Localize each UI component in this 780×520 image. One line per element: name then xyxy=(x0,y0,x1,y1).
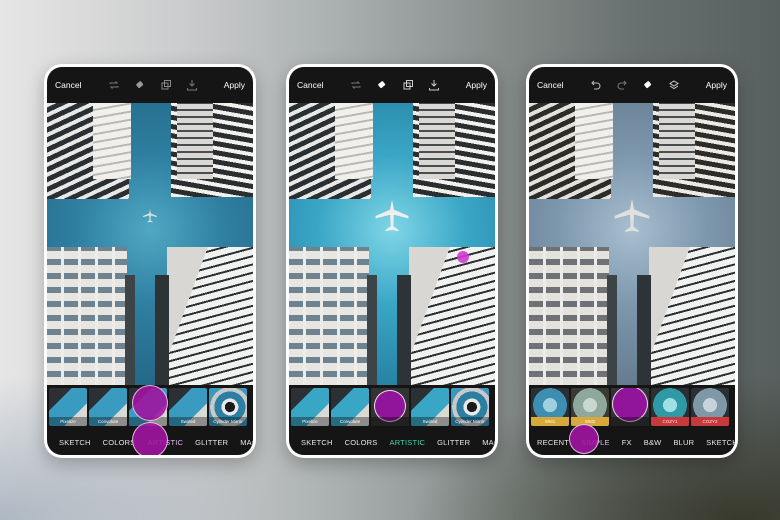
apply-button[interactable]: Apply xyxy=(466,80,487,90)
tab-blur[interactable]: BLUR xyxy=(667,438,700,447)
tab-magic[interactable]: MAGIC xyxy=(476,438,495,447)
touch-point-indicator xyxy=(457,251,469,263)
cancel-button[interactable]: Cancel xyxy=(297,80,323,90)
download-icon[interactable] xyxy=(186,79,198,91)
tab-glitter[interactable]: GLITTER xyxy=(431,438,476,447)
effect-thumb[interactable]: Convolute xyxy=(89,388,127,426)
download-icon[interactable] xyxy=(428,79,440,91)
category-tabs: RECENT SIMPLE FX B&W BLUR SKETCH CO xyxy=(529,429,735,455)
layers-icon[interactable] xyxy=(668,79,680,91)
effect-thumb-selected[interactable] xyxy=(371,388,409,426)
tab-artistic[interactable]: ARTISTIC xyxy=(142,438,190,447)
eraser-icon[interactable] xyxy=(134,79,146,91)
tab-colors[interactable]: COLORS xyxy=(339,438,384,447)
tab-colors[interactable]: COLORS xyxy=(97,438,142,447)
filter-thumbnails: WM1 WM2 COZY1 COZY2 xyxy=(529,386,735,428)
airplane-image xyxy=(612,196,652,236)
apply-button[interactable]: Apply xyxy=(706,80,727,90)
effect-thumb[interactable]: Pixelize xyxy=(49,388,87,426)
photo-canvas[interactable] xyxy=(529,103,735,385)
repeat-icon[interactable] xyxy=(350,79,362,91)
layers-copy-icon[interactable] xyxy=(160,79,172,91)
top-toolbar: Cancel Apply xyxy=(47,67,253,103)
eraser-icon[interactable] xyxy=(376,79,388,91)
phone-screen-1: Cancel Apply Pixelize Convolute Swirled … xyxy=(44,64,256,458)
phone-screen-2: Cancel Apply Pixelize Convolute Swirled … xyxy=(286,64,498,458)
filter-thumb[interactable]: COZY1 xyxy=(651,388,689,426)
tab-sketch[interactable]: SKETCH xyxy=(53,438,97,447)
tab-artistic[interactable]: ARTISTIC xyxy=(384,438,432,447)
filter-thumb[interactable]: COZY2 xyxy=(691,388,729,426)
airplane-image xyxy=(373,197,411,235)
apply-button[interactable]: Apply xyxy=(224,80,245,90)
top-toolbar: Cancel Apply xyxy=(529,67,735,103)
layers-copy-icon[interactable] xyxy=(402,79,414,91)
effect-thumb[interactable]: Cylinder Mirror xyxy=(209,388,247,426)
eraser-icon[interactable] xyxy=(642,79,654,91)
airplane-image xyxy=(142,208,158,224)
tab-glitter[interactable]: GLITTER xyxy=(189,438,234,447)
effect-thumb[interactable]: Cylinder Mirror xyxy=(451,388,489,426)
category-tabs: SKETCH COLORS ARTISTIC GLITTER MAGIC xyxy=(289,429,495,455)
tab-recent[interactable]: RECENT xyxy=(531,438,575,447)
tab-fx[interactable]: FX xyxy=(616,438,638,447)
undo-icon[interactable] xyxy=(590,79,602,91)
tab-sketch[interactable]: SKETCH xyxy=(295,438,339,447)
effect-thumbnails: Pixelize Convolute Swirled Cylinder Mirr… xyxy=(289,386,495,428)
effect-thumb[interactable]: Convolute xyxy=(331,388,369,426)
effect-thumbnails: Pixelize Convolute Swirled Cylinder Mirr… xyxy=(47,386,253,428)
cancel-button[interactable]: Cancel xyxy=(55,80,81,90)
photo-canvas[interactable] xyxy=(47,103,253,385)
tab-sketch[interactable]: SKETCH xyxy=(700,438,735,447)
filter-thumb[interactable]: WM1 xyxy=(531,388,569,426)
filter-thumb[interactable]: WM2 xyxy=(571,388,609,426)
redo-icon[interactable] xyxy=(616,79,628,91)
tab-simple[interactable]: SIMPLE xyxy=(575,438,616,447)
phone-screen-3: Cancel Apply WM1 WM2 COZY1 COZY2 RECENT … xyxy=(526,64,738,458)
photo-canvas[interactable] xyxy=(289,103,495,385)
effect-thumb[interactable]: Pixelize xyxy=(291,388,329,426)
category-tabs: SKETCH COLORS ARTISTIC GLITTER MAGIC xyxy=(47,429,253,455)
filter-thumb-selected[interactable] xyxy=(611,388,649,426)
tab-bw[interactable]: B&W xyxy=(638,438,668,447)
top-toolbar: Cancel Apply xyxy=(289,67,495,103)
cancel-button[interactable]: Cancel xyxy=(537,80,563,90)
tab-magic[interactable]: MAGIC xyxy=(234,438,253,447)
effect-thumb[interactable]: Swirled xyxy=(411,388,449,426)
repeat-icon[interactable] xyxy=(108,79,120,91)
effect-thumb[interactable]: Swirled xyxy=(169,388,207,426)
effect-thumb[interactable] xyxy=(129,388,167,426)
